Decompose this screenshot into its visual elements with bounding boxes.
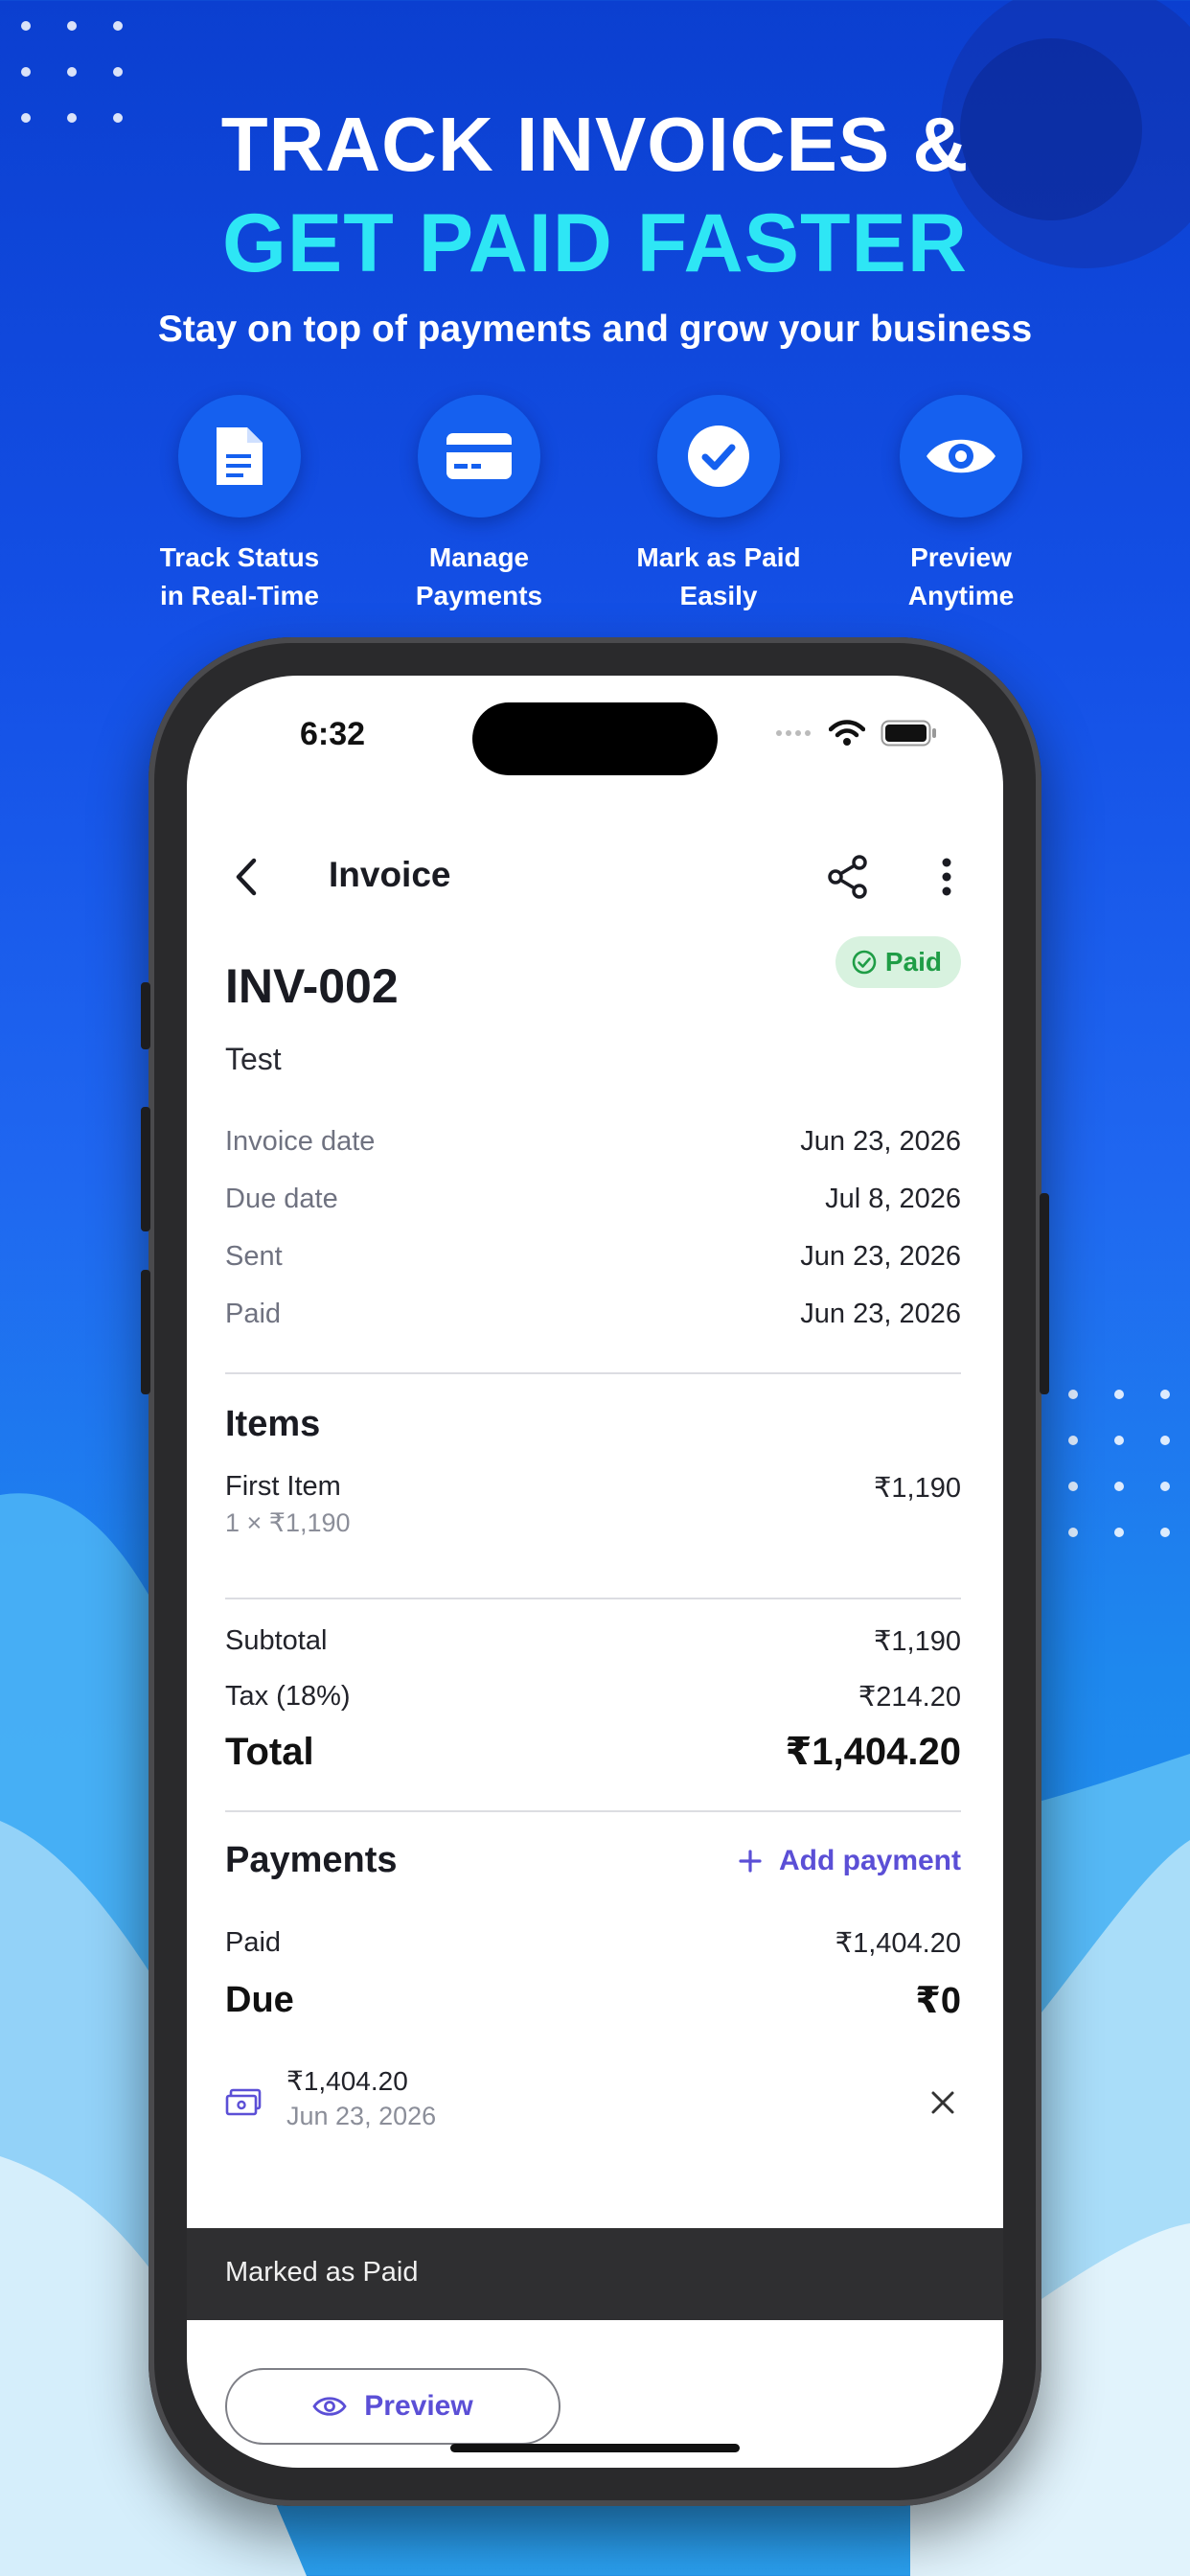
preview-button[interactable]: Preview <box>225 2368 561 2445</box>
subtotal-row: Subtotal ₹1,190 <box>225 1624 961 1658</box>
more-options-icon[interactable] <box>940 857 953 897</box>
item-detail: 1 × ₹1,190 <box>225 1508 351 1537</box>
date-label: Sent <box>225 1241 283 1272</box>
snackbar: Marked as Paid <box>187 2228 1003 2320</box>
add-payment-button[interactable]: Add payment <box>739 1845 961 1877</box>
share-icon[interactable] <box>827 855 869 899</box>
credit-card-icon <box>418 395 540 518</box>
list-item[interactable]: First Item 1 × ₹1,190 ₹1,190 <box>225 1471 961 1538</box>
paid-row: Paid ₹1,404.20 <box>225 1926 961 1960</box>
date-row-due: Due date Jul 8, 2026 <box>225 1184 961 1215</box>
total-label: Total <box>225 1730 314 1773</box>
page-title: Invoice <box>329 855 451 894</box>
phone-side-button <box>141 1107 150 1231</box>
item-info: First Item 1 × ₹1,190 <box>225 1471 351 1538</box>
feature-mark-paid: Mark as Paid Easily <box>604 395 834 615</box>
date-value: Jun 23, 2026 <box>800 1241 961 1272</box>
total-value: ₹1,404.20 <box>785 1731 961 1773</box>
signal-icon <box>776 730 811 736</box>
plus-icon <box>739 1849 762 1873</box>
close-icon[interactable] <box>930 2090 955 2115</box>
feature-label: Mark as Paid Easily <box>636 542 801 610</box>
status-badge: Paid <box>835 936 961 988</box>
home-indicator[interactable] <box>450 2444 740 2452</box>
due-value: ₹0 <box>915 1981 961 2021</box>
feature-manage-payments: Manage Payments <box>364 395 594 615</box>
invoice-number: INV-002 <box>225 959 399 1013</box>
feature-label: Track Status in Real-Time <box>159 542 320 610</box>
date-label: Paid <box>225 1299 282 1329</box>
dynamic-island <box>472 702 718 775</box>
items-section-title: Items <box>225 1404 321 1444</box>
snackbar-message: Marked as Paid <box>225 2257 419 2288</box>
feature-track-status: Track Status in Real-Time <box>125 395 355 615</box>
phone-frame: 6:32 Invoice INV-002 Paid Test Invoice d… <box>141 637 1049 2506</box>
tax-label: Tax (18%) <box>225 1681 351 1712</box>
feature-label: Manage Payments <box>415 542 543 610</box>
date-value: Jun 23, 2026 <box>800 1299 961 1329</box>
date-label: Due date <box>225 1184 338 1214</box>
phone-side-button <box>141 982 150 1049</box>
tax-row: Tax (18%) ₹214.20 <box>225 1680 961 1714</box>
document-icon <box>178 395 301 518</box>
divider <box>225 1598 961 1599</box>
status-time: 6:32 <box>300 716 366 752</box>
due-label: Due <box>225 1980 294 2020</box>
invoice-client: Test <box>225 1042 282 1076</box>
payment-amount: ₹1,404.20 <box>286 2066 408 2096</box>
paid-value: ₹1,404.20 <box>835 1928 961 1959</box>
preview-label: Preview <box>364 2390 473 2422</box>
divider <box>225 1810 961 1812</box>
feature-list: Track Status in Real-Time Manage Payment… <box>0 395 1190 610</box>
subtotal-value: ₹1,190 <box>873 1626 961 1657</box>
date-row-invoice: Invoice date Jun 23, 2026 <box>225 1126 961 1158</box>
payment-date: Jun 23, 2026 <box>286 2102 437 2130</box>
promo-subtitle: Stay on top of payments and grow your bu… <box>157 309 1033 350</box>
item-amount: ₹1,190 <box>873 1473 961 1504</box>
due-row: Due ₹0 <box>225 1979 961 2022</box>
phone-screen: 6:32 Invoice INV-002 Paid Test Invoice d… <box>187 676 1003 2468</box>
status-badge-label: Paid <box>884 947 942 977</box>
cash-icon <box>225 2088 262 2116</box>
eye-icon <box>900 395 1022 518</box>
checkmark-icon <box>657 395 780 518</box>
check-circle-icon <box>852 950 877 975</box>
phone-side-button <box>1040 1193 1049 1394</box>
payment-entry: ₹1,404.20 Jun 23, 2026 <box>225 2065 961 2151</box>
subtotal-label: Subtotal <box>225 1625 328 1656</box>
feature-preview: Preview Anytime <box>846 395 1076 615</box>
date-row-paid: Paid Jun 23, 2026 <box>225 1299 961 1330</box>
paid-label: Paid <box>225 1927 282 1958</box>
headline-line-1: TRACK INVOICES & <box>220 102 970 187</box>
item-name: First Item <box>225 1471 341 1502</box>
headline-line-2: GET PAID FASTER <box>222 197 968 289</box>
add-payment-label: Add payment <box>778 1844 961 1876</box>
battery-icon <box>881 720 936 747</box>
feature-label: Preview Anytime <box>907 542 1015 610</box>
date-value: Jul 8, 2026 <box>825 1184 961 1214</box>
phone-side-button <box>141 1270 150 1394</box>
date-row-sent: Sent Jun 23, 2026 <box>225 1241 961 1273</box>
app-bar: Invoice <box>187 843 1003 910</box>
back-arrow-icon[interactable] <box>233 855 262 899</box>
date-value: Jun 23, 2026 <box>800 1126 961 1157</box>
decorative-dots <box>1068 1390 1170 1537</box>
date-label: Invoice date <box>225 1126 376 1157</box>
tax-value: ₹214.20 <box>858 1682 961 1713</box>
status-icons <box>775 720 938 747</box>
total-row: Total ₹1,404.20 <box>225 1730 961 1774</box>
status-bar: 6:32 <box>187 676 1003 791</box>
divider <box>225 1372 961 1374</box>
eye-icon <box>312 2397 347 2416</box>
payments-header: Payments Add payment <box>225 1840 961 1881</box>
payments-section-title: Payments <box>225 1840 398 1880</box>
wifi-icon <box>829 720 865 746</box>
